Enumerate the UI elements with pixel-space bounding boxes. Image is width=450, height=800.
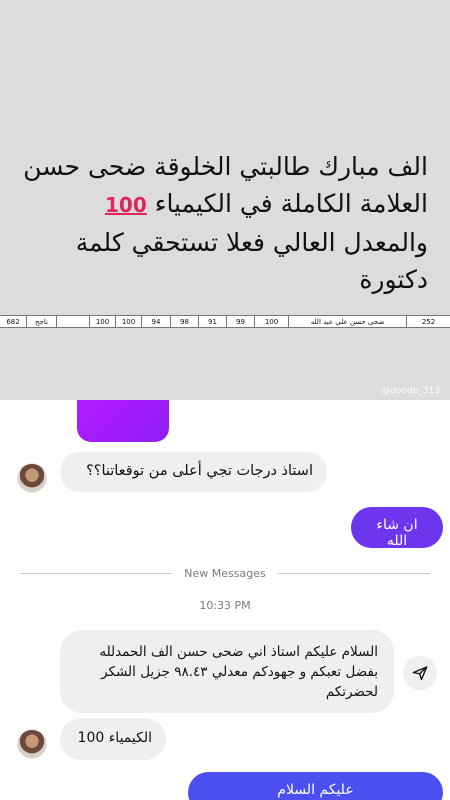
divider-rule-right	[277, 572, 430, 574]
avatar[interactable]	[17, 729, 47, 759]
headline-line-3: والمعدل العالي فعلا تستحقي كلمة	[75, 228, 428, 257]
chat-thread[interactable]: استاذ درجات تجي أعلى من توقعاتنا؟؟ ان شا…	[0, 400, 450, 800]
watermark: @doode_313	[381, 386, 440, 396]
grade-cell-7: 100	[255, 316, 289, 327]
grade-cell-2: 100	[116, 316, 142, 327]
message-bubble-incoming[interactable]: استاذ درجات تجي أعلى من توقعاتنا؟؟	[60, 452, 327, 492]
avatar[interactable]	[17, 463, 47, 493]
new-messages-divider: New Messages	[20, 565, 430, 581]
story-headline: الف مبارك طالبتي الخلوقة ضحى حسن العلامة…	[8, 148, 428, 298]
headline-line-1: الف مبارك طالبتي الخلوقة ضحى حسن	[23, 152, 428, 181]
message-timestamp: 10:33 PM	[199, 599, 251, 612]
message-bubble-outgoing[interactable]: عليكم السلام	[188, 772, 443, 800]
grade-cell-5: 91	[199, 316, 227, 327]
headline-line-2: العلامة الكاملة في الكيمياء 100	[8, 185, 428, 224]
message-bubble-incoming[interactable]: الكيمياء 100	[60, 718, 166, 760]
share-button[interactable]	[403, 656, 437, 690]
send-share-icon	[412, 666, 428, 681]
grade-cell-6: 99	[227, 316, 255, 327]
headline-line-4: دكتورة	[359, 265, 428, 294]
grade-cell-1: 100	[90, 316, 116, 327]
grade-cell-id: 252	[421, 317, 436, 326]
grade-cell-name: ضحى حسن علي عبد الله	[289, 316, 407, 327]
grade-cell-result: ناجح	[27, 316, 57, 327]
grade-cell-4: 98	[171, 316, 199, 327]
story-reply-preview[interactable]	[77, 400, 169, 442]
message-bubble-outgoing[interactable]: ان شاء الله	[351, 507, 443, 549]
divider-label: New Messages	[184, 566, 266, 580]
hundred-points-icon: 100	[104, 193, 148, 217]
grade-row: 682 ناجح 100 100 94 98 91 99 100 ضحى حسن…	[0, 315, 450, 328]
message-bubble-incoming[interactable]: السلام عليكم استاذ اني ضحى حسن الف الحمد…	[60, 630, 394, 713]
divider-rule-left	[20, 572, 173, 574]
grade-cell-total: 682	[0, 316, 27, 327]
grade-cell-3: 94	[142, 316, 171, 327]
grade-cell-blank	[57, 316, 90, 327]
headline-line-2-text: العلامة الكاملة في الكيمياء	[154, 189, 428, 218]
story-banner: الف مبارك طالبتي الخلوقة ضحى حسن العلامة…	[0, 0, 450, 400]
